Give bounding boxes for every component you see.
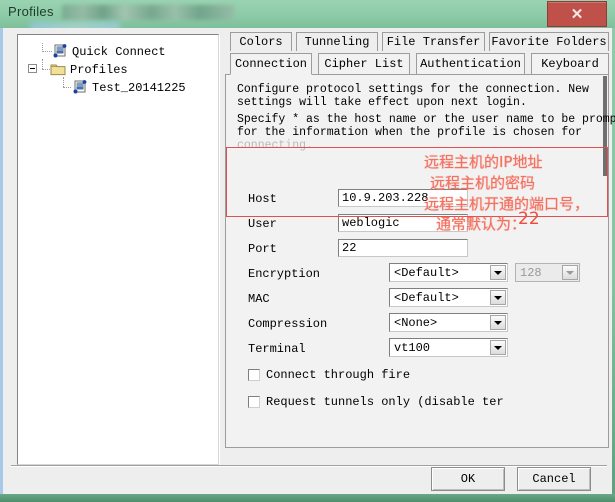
annotation-host-note: 远程主机的IP地址 (424, 153, 543, 171)
tab-label: Cipher List (324, 57, 404, 71)
terminal-combo[interactable]: vt100 (389, 338, 508, 357)
tab-label: Colors (239, 35, 283, 49)
description-line-5: connecting. (237, 139, 313, 152)
tab-label: Favorite Folders (491, 35, 607, 49)
request-tunnels-only-checkbox[interactable]: Request tunnels only (disable ter (248, 395, 504, 409)
redacted-title-text (62, 5, 234, 20)
encryption-label: Encryption (248, 267, 321, 281)
annotation-port-note-value: 22 (518, 209, 540, 229)
annotation-port-note-line2: 通常默认为： (436, 215, 527, 233)
tab-connection[interactable]: Connection (230, 53, 312, 75)
tree-item-profiles[interactable]: Profiles (50, 61, 128, 78)
tree-connector-line (63, 87, 71, 88)
desktop-background-strip (0, 494, 615, 502)
checkbox-label: Request tunnels only (disable ter (266, 395, 504, 409)
session-icon (52, 44, 68, 59)
compression-combo[interactable]: <None> (389, 313, 508, 332)
tree-item-label: Profiles (70, 62, 128, 77)
encryption-bits-value: 128 (520, 266, 542, 280)
description-line-2: settings will take effect upon next logi… (237, 96, 527, 109)
tree-item-quick-connect[interactable]: Quick Connect (52, 43, 166, 60)
user-label: User (248, 217, 277, 231)
chevron-down-icon[interactable] (490, 290, 506, 305)
session-icon (72, 80, 88, 95)
close-button[interactable]: ✕ (547, 1, 607, 27)
tab-label: File Transfer (386, 35, 481, 49)
title-bar: Profiles ✕ (0, 0, 615, 34)
encryption-combo[interactable]: <Default> (389, 263, 508, 282)
terminal-combo-value: vt100 (394, 341, 431, 355)
tree-item-label: Test_20141225 (92, 80, 186, 95)
application-window: Profiles ✕ Quick Connect Profiles Test_2… (0, 0, 615, 502)
tab-label: Authentication (420, 57, 521, 71)
tab-favorite-folders[interactable]: Favorite Folders (489, 32, 609, 51)
terminal-label: Terminal (248, 342, 306, 356)
description-line-1: Configure protocol settings for the conn… (237, 83, 589, 96)
settings-pane: Colors Tunneling File Transfer Favorite … (225, 30, 615, 448)
tab-colors[interactable]: Colors (230, 32, 292, 51)
encryption-combo-value: <Default> (394, 266, 459, 280)
tab-label: Connection (234, 57, 307, 71)
compression-combo-value: <None> (394, 316, 438, 330)
tab-cipher-list[interactable]: Cipher List (318, 53, 410, 74)
mac-combo-value: <Default> (394, 291, 459, 305)
tree-expander-profiles[interactable] (28, 64, 37, 73)
tab-label: Keyboard (541, 57, 599, 71)
window-title: Profiles (8, 4, 54, 19)
tab-keyboard[interactable]: Keyboard (531, 53, 609, 74)
mac-combo[interactable]: <Default> (389, 288, 508, 307)
annotation-user-note: 远程主机的密码 (430, 174, 536, 192)
port-input[interactable]: 22 (338, 239, 468, 257)
host-label: Host (248, 192, 277, 206)
tree-connector-line (42, 69, 50, 70)
tab-tunneling[interactable]: Tunneling (296, 32, 378, 51)
profiles-tree[interactable]: Quick Connect Profiles Test_20141225 (17, 34, 219, 465)
cancel-button-label: Cancel (532, 472, 576, 486)
compression-label: Compression (248, 317, 328, 331)
folder-icon (50, 62, 66, 77)
mac-label: MAC (248, 292, 270, 306)
chevron-down-icon[interactable] (490, 340, 506, 355)
checkbox-box[interactable] (248, 369, 260, 381)
tab-strip: Colors Tunneling File Transfer Favorite … (225, 30, 609, 76)
tree-connector-line (42, 51, 52, 52)
tree-item-test-20141225[interactable]: Test_20141225 (72, 79, 186, 96)
tree-connector-line (63, 77, 64, 87)
chevron-down-icon[interactable] (490, 315, 506, 330)
tab-file-transfer[interactable]: File Transfer (382, 32, 485, 51)
tree-item-label: Quick Connect (72, 44, 166, 59)
chevron-down-icon[interactable] (490, 265, 506, 280)
profiles-dialog: Quick Connect Profiles Test_20141225 Col… (0, 28, 615, 494)
tab-authentication[interactable]: Authentication (416, 53, 525, 74)
cancel-button[interactable]: Cancel (517, 467, 591, 491)
vertical-scrollbar[interactable] (603, 76, 607, 176)
tab-label: Tunneling (304, 35, 370, 49)
connection-tab-page: Configure protocol settings for the conn… (225, 74, 615, 448)
description-line-4: for the information when the profile is … (237, 126, 583, 139)
ok-button-label: OK (460, 472, 476, 486)
chevron-down-icon (562, 265, 578, 280)
encryption-bits-combo: 128 (515, 263, 580, 282)
close-icon: ✕ (570, 5, 584, 23)
port-label: Port (248, 242, 277, 256)
checkbox-label: Connect through fire (266, 368, 411, 382)
checkbox-box[interactable] (248, 396, 260, 408)
ok-button[interactable]: OK (431, 467, 505, 491)
description-line-3: Specify * as the host name or the user n… (237, 113, 615, 126)
annotation-port-note-line1: 远程主机开通的端口号， (424, 195, 590, 213)
connect-through-firewall-checkbox[interactable]: Connect through fire (248, 368, 410, 382)
tree-connector-line (42, 59, 43, 69)
